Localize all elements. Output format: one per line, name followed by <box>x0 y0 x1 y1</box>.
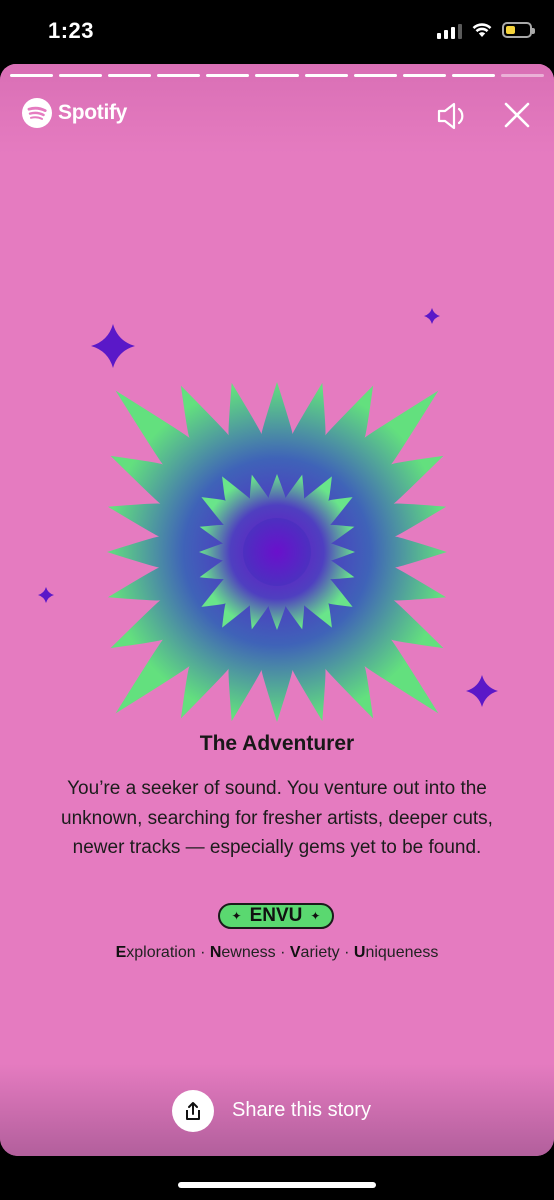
close-icon[interactable] <box>502 100 532 130</box>
share-icon <box>186 1102 200 1120</box>
brand-name: Spotify <box>58 101 128 124</box>
badge-code: ENVU <box>249 905 303 926</box>
status-time: 1:23 <box>48 18 95 43</box>
wifi-icon <box>472 23 492 37</box>
trait-initial: N <box>209 944 222 961</box>
cellular-signal-icon <box>437 21 462 39</box>
progress-segment <box>304 74 348 77</box>
sparkle-icon <box>38 587 54 603</box>
share-story-label[interactable]: Share this story <box>232 1099 371 1122</box>
status-bar: 1:23 <box>0 0 554 64</box>
trait-initial: E <box>115 944 127 961</box>
starburst-core <box>243 518 311 586</box>
trait-separator: · <box>339 944 354 961</box>
progress-segment <box>108 74 152 77</box>
story-description: You’re a seeker of sound. You venture ou… <box>61 778 493 858</box>
volume-icon[interactable] <box>436 100 468 132</box>
share-button[interactable] <box>172 1090 214 1132</box>
trait-initial: U <box>353 944 366 961</box>
adventurer-artwork <box>38 308 498 722</box>
trait-rest: ewness <box>221 944 276 961</box>
progress-segment <box>157 74 201 77</box>
page-title: The Adventurer <box>199 732 355 755</box>
sparkle-icon <box>424 308 440 324</box>
progress-segment <box>451 74 495 77</box>
trait-list: Exploration · Newness · Variety · Unique… <box>0 944 554 962</box>
status-icons <box>437 21 535 39</box>
home-indicator <box>178 1182 376 1188</box>
sparkle-icon: ✦ <box>231 909 242 923</box>
personality-code-badge: ✦ ENVU ✦ <box>218 903 334 929</box>
sparkle-icon: ✦ <box>310 909 321 923</box>
trait-rest: ariety <box>300 944 340 961</box>
story-progress-bar <box>10 74 545 77</box>
battery-icon <box>502 22 535 38</box>
trait-separator: · <box>275 944 290 961</box>
trait-rest: xploration <box>126 944 196 961</box>
trait-separator: · <box>195 944 210 961</box>
sparkle-icon <box>466 675 498 707</box>
progress-segment <box>402 74 446 77</box>
progress-segment <box>59 74 103 77</box>
progress-segment <box>10 74 54 77</box>
trait-rest: niqueness <box>365 944 439 961</box>
brand: Spotify <box>22 98 127 128</box>
trait-initial: V <box>289 944 301 961</box>
story-card[interactable]: Spotify The Adventurer You’re a seeker o… <box>0 64 554 1156</box>
sparkle-icon <box>91 324 135 368</box>
progress-segment <box>255 74 299 77</box>
progress-segment <box>353 74 397 77</box>
spotify-logo-icon <box>22 98 52 128</box>
progress-segment <box>206 74 250 77</box>
progress-segment <box>500 74 545 77</box>
